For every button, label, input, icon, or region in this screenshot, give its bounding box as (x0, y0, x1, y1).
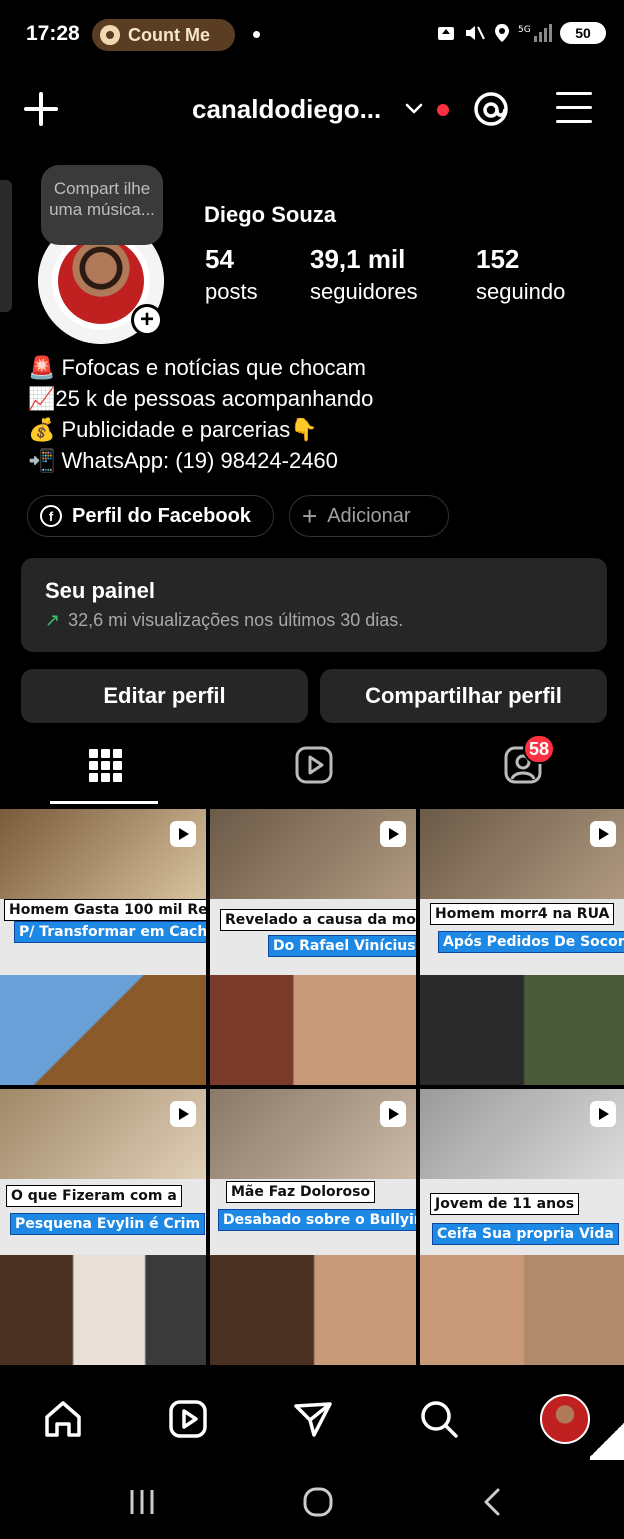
stat-value: 54 (205, 244, 234, 274)
username-switcher[interactable]: canaldodiego... (192, 94, 381, 125)
stat-following[interactable]: 152 seguindo (476, 244, 565, 305)
panel-subtitle-text: 32,6 mi visualizações nos últimos 30 dia… (68, 610, 404, 630)
home-circle-icon[interactable] (300, 1484, 336, 1520)
facebook-link-label: Perfil do Facebook (72, 504, 251, 527)
post-caption: Desabado sobre o Bullying (218, 1209, 416, 1231)
post-caption: Pesquena Evylin é Crim (10, 1213, 206, 1235)
send-icon[interactable] (292, 1398, 334, 1440)
bio-line: 📈25 k de pessoas acompanhando (28, 386, 374, 411)
reel-icon (380, 1101, 406, 1127)
bottom-navigation (0, 1378, 624, 1458)
home-icon[interactable] (42, 1398, 84, 1440)
signal-5g-icon: 5G (518, 24, 552, 42)
trend-up-icon: ↗ (45, 610, 61, 630)
record-icon (100, 25, 120, 45)
back-icon[interactable] (476, 1484, 512, 1520)
pill-label: Count Me (128, 24, 210, 45)
stat-followers[interactable]: 39,1 mil seguidores (310, 244, 418, 305)
system-navigation (0, 1462, 624, 1539)
post-caption: Jovem de 11 anos (430, 1193, 580, 1215)
bio: 🚨 Fofocas e notícias que chocam 📈25 k de… (28, 352, 373, 476)
floating-corner-widget[interactable] (590, 1420, 624, 1460)
reel-icon (170, 1101, 196, 1127)
bio-line: 🚨 Fofocas e notícias que chocam (28, 355, 367, 380)
recent-apps-icon[interactable] (124, 1484, 160, 1520)
add-link-label: Adicionar (327, 504, 411, 527)
post-caption: Homem Gasta 100 mil Reais (4, 899, 206, 921)
stat-label: seguidores (310, 279, 418, 304)
post-caption: Do Rafael Vinícius (268, 935, 416, 957)
tagged-badge: 58 (523, 734, 556, 764)
panel-title: Seu painel (45, 578, 156, 603)
profile-header: canaldodiego... (0, 78, 624, 142)
post-caption: Homem morr4 na RUA (430, 903, 615, 925)
post-thumbnail[interactable]: Homem morr4 na RUA Após Pedidos De Socor… (420, 809, 624, 1085)
post-caption: P/ Transformar em Cachorro (14, 921, 206, 943)
post-caption: Ceifa Sua propria Vida (432, 1223, 619, 1245)
location-icon (495, 24, 509, 42)
active-tab-indicator (50, 801, 158, 804)
stat-value: 39,1 mil (310, 244, 406, 274)
upload-icon (438, 27, 454, 40)
notification-dot-icon (253, 31, 260, 38)
svg-text:5G: 5G (518, 25, 531, 35)
reel-icon (590, 1101, 616, 1127)
stat-label: posts (205, 279, 258, 304)
plus-icon: + (302, 500, 318, 531)
post-thumbnail[interactable]: Revelado a causa da mort4 Do Rafael Viní… (210, 809, 416, 1085)
display-name: Diego Souza (204, 202, 337, 227)
post-thumbnail[interactable]: O que Fizeram com a Pesquena Evylin é Cr… (0, 1089, 206, 1365)
share-profile-button[interactable]: Compartilhar perfil (320, 669, 607, 723)
post-caption: Revelado a causa da mort4 (220, 909, 416, 931)
status-icons: 5G 50 (436, 22, 606, 44)
status-time: 17:28 (26, 22, 80, 45)
stat-posts[interactable]: 54 posts (205, 244, 258, 305)
edge-panel-handle[interactable] (0, 180, 12, 312)
post-thumbnail[interactable]: Mãe Faz Doloroso Desabado sobre o Bullyi… (210, 1089, 416, 1365)
hamburger-menu-icon[interactable] (556, 92, 592, 124)
post-caption: O que Fizeram com a (6, 1185, 182, 1207)
reel-icon (380, 821, 406, 847)
professional-dashboard[interactable]: Seu painel ↗ 32,6 mi visualizações nos ú… (21, 558, 607, 652)
post-caption: Mãe Faz Doloroso (226, 1181, 376, 1203)
grid-icon[interactable] (85, 745, 125, 785)
search-icon[interactable] (418, 1398, 460, 1440)
profile-avatar-tab[interactable] (540, 1394, 590, 1444)
facebook-profile-link[interactable]: f Perfil do Facebook (27, 495, 274, 537)
add-story-icon[interactable]: + (131, 304, 163, 336)
reel-icon (170, 821, 196, 847)
bio-line: 💰 Publicidade e parcerias👇 (28, 417, 318, 442)
reels-icon[interactable] (294, 745, 334, 785)
post-thumbnail[interactable]: Homem Gasta 100 mil Reais P/ Transformar… (0, 809, 206, 1085)
stat-value: 152 (476, 244, 520, 274)
status-bar: 17:28 Count Me 5G 50 (0, 0, 624, 68)
add-link-button[interactable]: + Adicionar (289, 495, 449, 537)
threads-icon[interactable] (472, 90, 510, 128)
bio-line[interactable]: 📲 WhatsApp: (19) 98424-2460 (28, 445, 373, 476)
edit-profile-button[interactable]: Editar perfil (21, 669, 308, 723)
stat-label: seguindo (476, 279, 566, 304)
unread-dot (437, 104, 449, 116)
share-music-bubble[interactable]: Compart ilhe uma música... (41, 165, 163, 245)
mute-icon (466, 26, 485, 40)
battery-indicator: 50 (560, 22, 606, 44)
reel-icon (590, 821, 616, 847)
chevron-down-icon[interactable] (404, 98, 424, 118)
post-thumbnail[interactable]: Jovem de 11 anos Ceifa Sua propria Vida (420, 1089, 624, 1365)
post-caption: Após Pedidos De Socorro (438, 931, 624, 953)
facebook-icon: f (40, 505, 62, 527)
panel-subtitle: ↗ 32,6 mi visualizações nos últimos 30 d… (45, 610, 583, 631)
count-me-pill[interactable]: Count Me (92, 19, 235, 51)
reels-icon[interactable] (167, 1398, 209, 1440)
create-plus-icon[interactable] (22, 90, 60, 128)
